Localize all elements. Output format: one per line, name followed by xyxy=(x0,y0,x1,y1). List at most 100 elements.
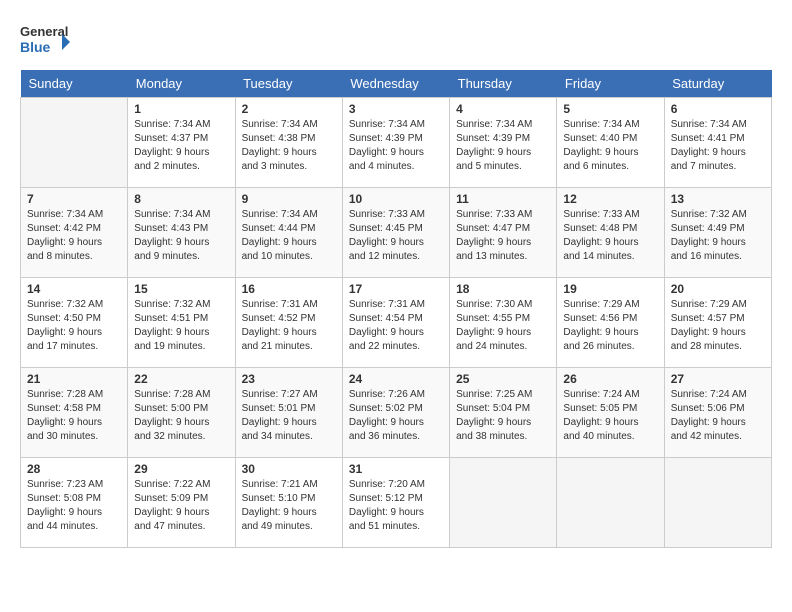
day-info: Sunrise: 7:28 AM Sunset: 5:00 PM Dayligh… xyxy=(134,388,228,444)
day-number: 31 xyxy=(349,462,443,476)
calendar-cell: 3 Sunrise: 7:34 AM Sunset: 4:39 PM Daylig… xyxy=(342,98,449,188)
calendar-cell xyxy=(557,458,664,548)
day-info: Sunrise: 7:34 AM Sunset: 4:44 PM Dayligh… xyxy=(242,208,336,264)
calendar-cell: 24Sunrise: 7:26 AM Sunset: 5:02 PM Dayli… xyxy=(342,368,449,458)
day-number: 24 xyxy=(349,372,443,386)
calendar-table: SundayMondayTuesdayWednesdayThursdayFrid… xyxy=(20,70,772,548)
header-day: Tuesday xyxy=(235,70,342,98)
day-number: 7 xyxy=(27,192,121,206)
day-number: 14 xyxy=(27,282,121,296)
calendar-cell: 8 Sunrise: 7:34 AM Sunset: 4:43 PM Daylig… xyxy=(128,188,235,278)
calendar-cell xyxy=(450,458,557,548)
calendar-week-row: 28 Sunrise: 7:23 AM Sunset: 5:08 PM Dayli… xyxy=(21,458,772,548)
calendar-cell: 21Sunrise: 7:28 AM Sunset: 4:58 PM Dayli… xyxy=(21,368,128,458)
svg-text:General: General xyxy=(20,24,68,39)
calendar-cell: 23 Sunrise: 7:27 AM Sunset: 5:01 PM Dayli… xyxy=(235,368,342,458)
logo: GeneralBlue xyxy=(20,20,70,60)
day-info: Sunrise: 7:34 AM Sunset: 4:42 PM Dayligh… xyxy=(27,208,121,264)
day-number: 3 xyxy=(349,102,443,116)
calendar-cell: 11Sunrise: 7:33 AM Sunset: 4:47 PM Dayli… xyxy=(450,188,557,278)
day-number: 27 xyxy=(671,372,765,386)
page-header: GeneralBlue xyxy=(20,20,772,60)
calendar-cell: 4 Sunrise: 7:34 AM Sunset: 4:39 PM Daylig… xyxy=(450,98,557,188)
day-number: 4 xyxy=(456,102,550,116)
day-number: 5 xyxy=(563,102,657,116)
calendar-cell: 10 Sunrise: 7:33 AM Sunset: 4:45 PM Dayli… xyxy=(342,188,449,278)
day-number: 13 xyxy=(671,192,765,206)
header-day: Saturday xyxy=(664,70,771,98)
day-number: 26 xyxy=(563,372,657,386)
calendar-cell xyxy=(21,98,128,188)
calendar-cell: 30 Sunrise: 7:21 AM Sunset: 5:10 PM Dayli… xyxy=(235,458,342,548)
calendar-cell: 7 Sunrise: 7:34 AM Sunset: 4:42 PM Daylig… xyxy=(21,188,128,278)
calendar-cell: 16 Sunrise: 7:31 AM Sunset: 4:52 PM Dayli… xyxy=(235,278,342,368)
calendar-cell: 22Sunrise: 7:28 AM Sunset: 5:00 PM Dayli… xyxy=(128,368,235,458)
day-number: 20 xyxy=(671,282,765,296)
day-info: Sunrise: 7:34 AM Sunset: 4:39 PM Dayligh… xyxy=(349,118,443,174)
calendar-cell: 28 Sunrise: 7:23 AM Sunset: 5:08 PM Dayli… xyxy=(21,458,128,548)
day-number: 23 xyxy=(242,372,336,386)
day-info: Sunrise: 7:33 AM Sunset: 4:48 PM Dayligh… xyxy=(563,208,657,264)
logo-svg: GeneralBlue xyxy=(20,20,70,60)
day-info: Sunrise: 7:21 AM Sunset: 5:10 PM Dayligh… xyxy=(242,478,336,534)
calendar-cell: 18 Sunrise: 7:30 AM Sunset: 4:55 PM Dayli… xyxy=(450,278,557,368)
day-info: Sunrise: 7:20 AM Sunset: 5:12 PM Dayligh… xyxy=(349,478,443,534)
day-info: Sunrise: 7:30 AM Sunset: 4:55 PM Dayligh… xyxy=(456,298,550,354)
day-number: 21 xyxy=(27,372,121,386)
day-number: 1 xyxy=(134,102,228,116)
day-number: 10 xyxy=(349,192,443,206)
header-row: SundayMondayTuesdayWednesdayThursdayFrid… xyxy=(21,70,772,98)
header-day: Sunday xyxy=(21,70,128,98)
calendar-cell: 25 Sunrise: 7:25 AM Sunset: 5:04 PM Dayli… xyxy=(450,368,557,458)
day-number: 30 xyxy=(242,462,336,476)
day-info: Sunrise: 7:32 AM Sunset: 4:51 PM Dayligh… xyxy=(134,298,228,354)
calendar-cell: 2Sunrise: 7:34 AM Sunset: 4:38 PM Daylig… xyxy=(235,98,342,188)
day-number: 19 xyxy=(563,282,657,296)
calendar-cell: 27 Sunrise: 7:24 AM Sunset: 5:06 PM Dayli… xyxy=(664,368,771,458)
header-day: Wednesday xyxy=(342,70,449,98)
day-number: 17 xyxy=(349,282,443,296)
calendar-cell: 17 Sunrise: 7:31 AM Sunset: 4:54 PM Dayli… xyxy=(342,278,449,368)
day-info: Sunrise: 7:24 AM Sunset: 5:06 PM Dayligh… xyxy=(671,388,765,444)
day-info: Sunrise: 7:34 AM Sunset: 4:39 PM Dayligh… xyxy=(456,118,550,174)
calendar-cell xyxy=(664,458,771,548)
day-info: Sunrise: 7:31 AM Sunset: 4:54 PM Dayligh… xyxy=(349,298,443,354)
day-info: Sunrise: 7:29 AM Sunset: 4:57 PM Dayligh… xyxy=(671,298,765,354)
day-info: Sunrise: 7:34 AM Sunset: 4:40 PM Dayligh… xyxy=(563,118,657,174)
day-info: Sunrise: 7:22 AM Sunset: 5:09 PM Dayligh… xyxy=(134,478,228,534)
day-number: 12 xyxy=(563,192,657,206)
day-info: Sunrise: 7:34 AM Sunset: 4:43 PM Dayligh… xyxy=(134,208,228,264)
day-info: Sunrise: 7:34 AM Sunset: 4:38 PM Dayligh… xyxy=(242,118,336,174)
calendar-week-row: 7 Sunrise: 7:34 AM Sunset: 4:42 PM Daylig… xyxy=(21,188,772,278)
calendar-cell: 13 Sunrise: 7:32 AM Sunset: 4:49 PM Dayli… xyxy=(664,188,771,278)
day-info: Sunrise: 7:23 AM Sunset: 5:08 PM Dayligh… xyxy=(27,478,121,534)
day-info: Sunrise: 7:32 AM Sunset: 4:50 PM Dayligh… xyxy=(27,298,121,354)
day-info: Sunrise: 7:33 AM Sunset: 4:47 PM Dayligh… xyxy=(456,208,550,264)
day-info: Sunrise: 7:27 AM Sunset: 5:01 PM Dayligh… xyxy=(242,388,336,444)
calendar-week-row: 21Sunrise: 7:28 AM Sunset: 4:58 PM Dayli… xyxy=(21,368,772,458)
day-info: Sunrise: 7:25 AM Sunset: 5:04 PM Dayligh… xyxy=(456,388,550,444)
day-info: Sunrise: 7:24 AM Sunset: 5:05 PM Dayligh… xyxy=(563,388,657,444)
day-number: 29 xyxy=(134,462,228,476)
calendar-week-row: 1Sunrise: 7:34 AM Sunset: 4:37 PM Daylig… xyxy=(21,98,772,188)
day-number: 8 xyxy=(134,192,228,206)
calendar-cell: 5 Sunrise: 7:34 AM Sunset: 4:40 PM Daylig… xyxy=(557,98,664,188)
calendar-cell: 14 Sunrise: 7:32 AM Sunset: 4:50 PM Dayli… xyxy=(21,278,128,368)
calendar-cell: 1Sunrise: 7:34 AM Sunset: 4:37 PM Daylig… xyxy=(128,98,235,188)
day-info: Sunrise: 7:32 AM Sunset: 4:49 PM Dayligh… xyxy=(671,208,765,264)
calendar-cell: 6 Sunrise: 7:34 AM Sunset: 4:41 PM Daylig… xyxy=(664,98,771,188)
day-number: 25 xyxy=(456,372,550,386)
day-number: 6 xyxy=(671,102,765,116)
calendar-cell: 9Sunrise: 7:34 AM Sunset: 4:44 PM Daylig… xyxy=(235,188,342,278)
calendar-cell: 29 Sunrise: 7:22 AM Sunset: 5:09 PM Dayli… xyxy=(128,458,235,548)
day-info: Sunrise: 7:34 AM Sunset: 4:41 PM Dayligh… xyxy=(671,118,765,174)
header-day: Monday xyxy=(128,70,235,98)
day-number: 28 xyxy=(27,462,121,476)
day-info: Sunrise: 7:33 AM Sunset: 4:45 PM Dayligh… xyxy=(349,208,443,264)
calendar-cell: 26 Sunrise: 7:24 AM Sunset: 5:05 PM Dayli… xyxy=(557,368,664,458)
day-info: Sunrise: 7:31 AM Sunset: 4:52 PM Dayligh… xyxy=(242,298,336,354)
day-number: 16 xyxy=(242,282,336,296)
calendar-cell: 12 Sunrise: 7:33 AM Sunset: 4:48 PM Dayli… xyxy=(557,188,664,278)
calendar-week-row: 14 Sunrise: 7:32 AM Sunset: 4:50 PM Dayli… xyxy=(21,278,772,368)
day-number: 18 xyxy=(456,282,550,296)
